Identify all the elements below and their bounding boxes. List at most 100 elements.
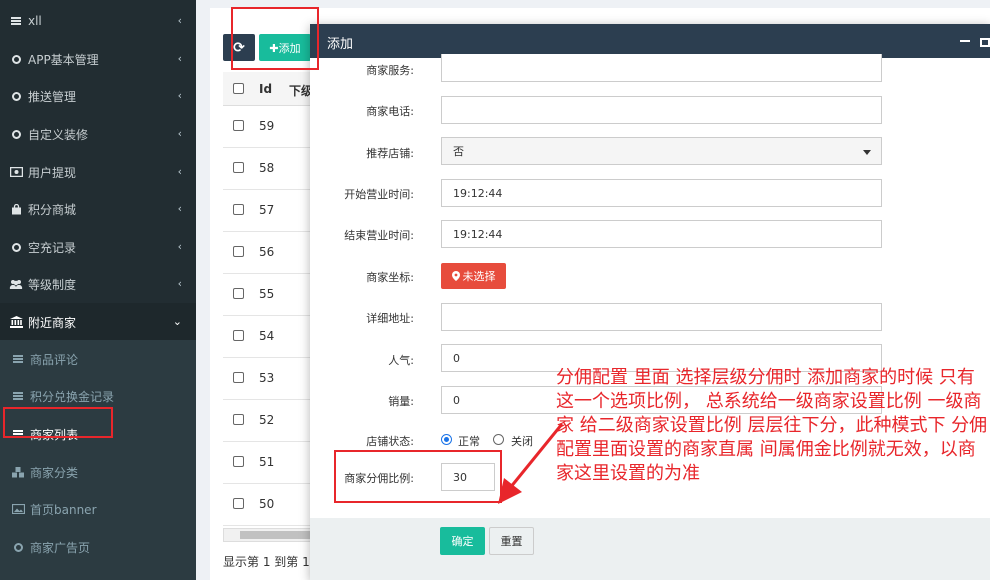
sidebar-item-label: xll [28,14,42,28]
row-id: 51 [259,455,275,469]
sidebar-item-app-basic[interactable]: APP基本管理 ‹ [0,40,196,78]
status-normal-label[interactable]: 正常 [458,433,480,449]
sidebar-item-withdraw[interactable]: 用户提现 ‹ [0,153,196,191]
row-id: 58 [259,161,275,175]
row-id: 55 [259,287,275,301]
sidebar-subitem-reviews[interactable]: 商品评论 [0,340,196,378]
select-all-checkbox[interactable] [233,83,244,94]
sidebar-item-label: 等级制度 [28,277,77,292]
sidebar-item-label: 商品评论 [30,352,79,367]
table-row[interactable]: 55 [223,274,323,316]
maximize-icon[interactable] [980,38,990,47]
open-time-input[interactable]: 19:12:44 [441,179,882,207]
table-row[interactable]: 59 [223,106,323,148]
row-checkbox[interactable] [233,330,244,341]
row-id: 53 [259,371,275,385]
row-checkbox[interactable] [233,414,244,425]
sidebar-item-xll[interactable]: xll ‹ [0,2,196,40]
sidebar-subitem-ad-page[interactable]: 商家广告页 [0,528,196,566]
reset-button-label: 重置 [500,535,523,548]
recommend-select-value: 否 [453,145,464,158]
horizontal-scrollbar[interactable] [223,528,323,542]
open-time-label: 开始营业时间: [344,188,414,201]
row-checkbox[interactable] [233,372,244,383]
sidebar-item-push[interactable]: 推送管理 ‹ [0,77,196,115]
confirm-button-label: 确定 [451,535,474,548]
shopping-bag-icon [8,203,24,215]
table-header: Id 下级 [223,72,323,106]
circle-icon [8,242,24,252]
chevron-left-icon: ‹ [177,202,182,215]
sidebar-item-levels[interactable]: 等级制度 ‹ [0,265,196,303]
sidebar-item-nearby-merchants[interactable]: 附近商家 ⌄ [0,303,196,341]
map-marker-icon [451,271,460,281]
sidebar-item-label: 自定义装修 [28,127,89,142]
close-time-value: 19:12:44 [453,227,503,241]
row-checkbox[interactable] [233,456,244,467]
list-icon [10,392,26,400]
coords-label: 商家坐标: [366,271,414,284]
recommend-label: 推荐店铺: [366,147,414,160]
row-checkbox[interactable] [233,204,244,215]
sidebar-item-label: 商家分类 [30,465,79,480]
table-row[interactable]: 51 [223,442,323,484]
list-icon [10,355,26,363]
image-icon [10,504,26,514]
row-checkbox[interactable] [233,162,244,173]
row-checkbox[interactable] [233,246,244,257]
column-header-id[interactable]: Id [259,82,272,96]
table-row[interactable]: 56 [223,232,323,274]
confirm-button[interactable]: 确定 [440,527,485,555]
row-id: 57 [259,203,275,217]
sidebar-item-label: 商家广告页 [30,540,91,555]
close-time-input[interactable]: 19:12:44 [441,220,882,248]
chevron-left-icon: ‹ [177,89,182,102]
highlight-add-button [231,7,319,70]
phone-input[interactable] [441,96,882,124]
table-row[interactable]: 50 [223,484,323,526]
chevron-down-icon: ⌄ [172,315,182,328]
dialog-header[interactable]: 添加 [310,24,990,58]
table-row[interactable]: 58 [223,148,323,190]
sidebar-subitem-banner[interactable]: 首页banner [0,490,196,528]
status-label: 店铺状态: [366,435,414,448]
select-location-label: 未选择 [462,270,496,283]
chevron-left-icon: ‹ [177,127,182,140]
table-row[interactable]: 52 [223,400,323,442]
dialog-title: 添加 [327,37,354,52]
sales-label: 销量: [388,395,414,408]
status-normal-radio[interactable] [441,434,452,445]
scrollbar-thumb[interactable] [240,531,310,539]
recommend-select[interactable]: 否 [441,137,882,165]
sidebar-item-label: 附近商家 [28,315,77,330]
service-label: 商家服务: [366,64,414,77]
minimize-icon[interactable] [960,40,970,42]
table-row[interactable]: 53 [223,358,323,400]
address-input[interactable] [441,303,882,331]
caret-down-icon [863,150,871,155]
sidebar-item-points-mall[interactable]: 积分商城 ‹ [0,190,196,228]
service-input[interactable] [441,54,882,82]
reset-button[interactable]: 重置 [489,527,534,555]
pagination-info: 显示第 1 到第 10 [223,555,318,569]
table-row[interactable]: 54 [223,316,323,358]
table-row[interactable]: 57 [223,190,323,232]
circle-icon [8,91,24,101]
chevron-left-icon: ‹ [177,52,182,65]
sidebar-item-decoration[interactable]: 自定义装修 ‹ [0,115,196,153]
sidebar-subitem-merchant-category[interactable]: 商家分类 [0,453,196,491]
row-checkbox[interactable] [233,498,244,509]
annotation-note: 分佣配置 里面 选择层级分佣时 添加商家的时候 只有这一个选项比例， 总系统给一… [556,367,988,484]
sidebar-item-label: 积分兑换金记录 [30,389,115,404]
row-checkbox[interactable] [233,288,244,299]
sidebar-item-label: 首页banner [30,502,97,517]
row-checkbox[interactable] [233,120,244,131]
submenu-nearby-merchants: 商品评论 积分兑换金记录 商家列表 商家分类 首页banner 商家广告页 [0,340,196,580]
sidebar-item-label: 用户提现 [28,165,77,180]
popularity-label: 人气: [388,354,414,367]
phone-label: 商家电话: [366,105,414,118]
list-icon [8,17,24,25]
close-time-label: 结束营业时间: [344,229,414,242]
select-location-button[interactable]: 未选择 [441,263,506,289]
sidebar-item-recharge[interactable]: 空充记录 ‹ [0,228,196,266]
